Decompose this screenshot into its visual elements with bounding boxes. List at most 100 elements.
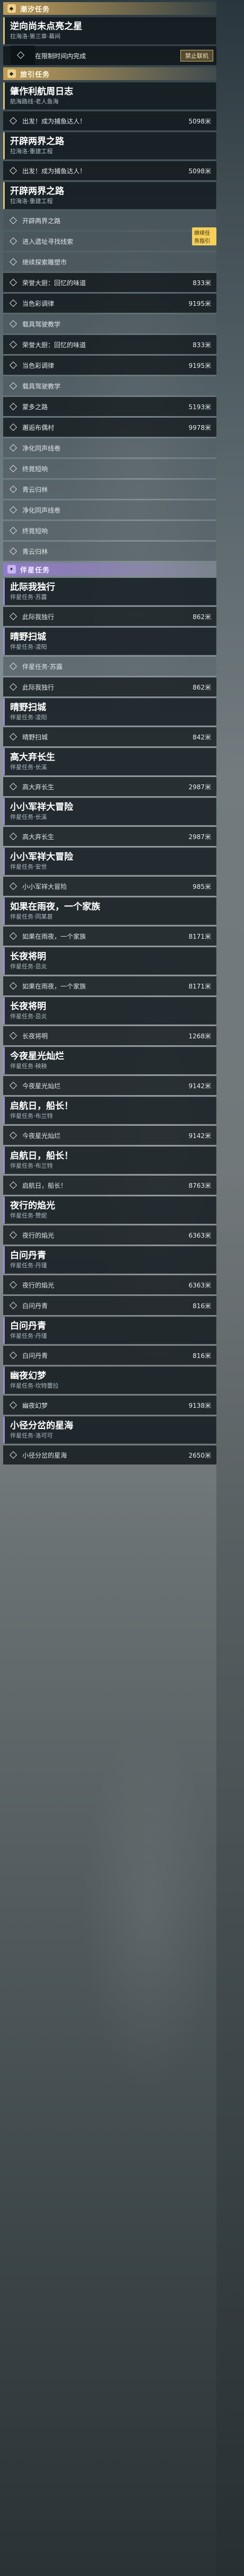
objective-diamond-icon <box>9 1451 18 1459</box>
quest-subtitle: 伴星任务·丹瑾 <box>10 1333 47 1339</box>
objective-diamond-icon <box>9 506 18 514</box>
objective-diamond-icon <box>9 237 18 245</box>
objective-row[interactable]: 此际我独行 862米 <box>3 607 216 626</box>
tracking-tag[interactable]: 继续任务指引 <box>192 227 216 245</box>
objective-row[interactable]: 如果在雨夜，一个家族 8171米 <box>3 976 216 995</box>
quest-card[interactable]: 晴野扫城 伴星任务·凌阳 <box>3 628 216 655</box>
quest-card[interactable]: 晴野扫城 伴星任务·凌阳 <box>3 698 216 726</box>
quest-card[interactable]: 启航日，船长！ 伴星任务·布兰特 <box>3 1146 216 1174</box>
objective-row[interactable]: 继续探索雕塑市 <box>3 252 216 271</box>
objective-row[interactable]: 邂逅布偶村 9978米 <box>3 418 216 437</box>
quest-card[interactable]: 此际我独行 伴星任务·苏露 <box>3 578 216 605</box>
section-companion-header: ✦ 伴星任务 <box>3 563 216 576</box>
objective-row[interactable]: 今夜星光灿烂 9142米 <box>3 1076 216 1095</box>
objective-row[interactable]: 净化同声线卷 <box>3 438 216 457</box>
objective-row[interactable]: 进入遗址寻找线索 继续任务指引 <box>3 227 216 251</box>
objective-row[interactable]: 终竟短响 <box>3 459 216 478</box>
objective-row[interactable]: 今夜星光灿烂 9142米 <box>3 1126 216 1145</box>
objective-row[interactable]: 青云归林 <box>3 480 216 499</box>
objective-row[interactable]: 蒙多之路 5193米 <box>3 397 216 416</box>
objective-diamond-icon <box>9 278 18 287</box>
disable-coop-button[interactable]: 禁止联机 <box>180 50 213 61</box>
objective-diamond-icon <box>9 1351 18 1360</box>
quest-subtitle: 伴星任务·布兰特 <box>10 1113 53 1119</box>
quest-subtitle: 伴星任务·凌阳 <box>10 714 47 721</box>
objective-row[interactable]: 青云归林 <box>3 542 216 561</box>
objective-row[interactable]: 伴星任务·苏露 <box>3 657 216 676</box>
objective-row[interactable]: 出发！成为捕鱼达人！ 5098米 <box>3 161 216 180</box>
objective-distance: 8763米 <box>188 1181 211 1189</box>
quest-title: 小小军祥大冒险 <box>10 852 73 862</box>
objective-row[interactable]: 当色彩调律 9195米 <box>3 356 216 375</box>
objective-label: 小小军祥大冒险 <box>22 883 67 890</box>
objective-row[interactable]: 荣誉大厨：回忆的味道 833米 <box>3 335 216 354</box>
quest-card[interactable]: 夜行的焰光 伴星任务·赞妮 <box>3 1196 216 1224</box>
quest-card[interactable]: 长夜将明 伴星任务·忌炎 <box>3 997 216 1025</box>
objective-row[interactable]: 开辟两界之路 <box>3 211 216 230</box>
quest-title: 如果在雨夜，一个家族 <box>10 902 100 912</box>
quest-card[interactable]: 如果在雨夜，一个家族 伴星任务·同某甚 <box>3 897 216 925</box>
tide-quest-card[interactable]: 逆向尚未点亮之星 拉海洛·第三章·幕间 <box>3 17 216 45</box>
quest-subtitle: 伴星任务·丹瑾 <box>10 1262 47 1269</box>
objective-distance: 816米 <box>193 1352 211 1360</box>
quest-subtitle: 拉海洛·重建工程 <box>10 198 53 205</box>
objective-label: 白问丹青 <box>22 1352 48 1360</box>
right-scroll-rail[interactable] <box>216 0 244 2576</box>
objective-label: 此际我独行 <box>22 613 55 621</box>
objective-row[interactable]: 如果在雨夜，一个家族 8171米 <box>3 927 216 946</box>
objective-row[interactable]: 高大弃长生 2987米 <box>3 827 216 846</box>
quest-card[interactable]: 小小军祥大冒险 伴星任务·安世 <box>3 848 216 875</box>
quest-card[interactable]: 今夜星光灿烂 伴星任务·秧秧 <box>3 1047 216 1074</box>
objective-label: 净化同声线卷 <box>22 506 61 514</box>
objective-row[interactable]: 终竟短响 <box>3 521 216 540</box>
objective-distance: 9138米 <box>188 1401 211 1409</box>
objective-diamond-icon <box>9 117 18 125</box>
quest-card[interactable]: 小小军祥大冒险 伴星任务·长溪 <box>3 798 216 825</box>
quest-card[interactable]: 开辟两界之路 拉海洛·重建工程 <box>3 132 216 160</box>
objective-row[interactable]: 晴野扫城 842米 <box>3 727 216 746</box>
objective-diamond-icon <box>9 547 18 555</box>
objective-diamond-icon <box>9 464 18 473</box>
objective-row[interactable]: 此际我独行 862米 <box>3 677 216 696</box>
tide-quest-subtitle: 拉海洛·第三章·幕间 <box>10 33 60 40</box>
quest-card[interactable]: 小径分岔的星海 伴星任务·洛可可 <box>3 1416 216 1444</box>
objective-row[interactable]: 出发！成为捕鱼达人！ 5098米 <box>3 111 216 130</box>
quest-card[interactable]: 幽夜幻梦 伴星任务·坎特蕾拉 <box>3 1366 216 1394</box>
travel-quest-group: 肇作利航周日志 航海路线·老人鱼海 出发！成为捕鱼达人！ 5098米 开辟两界之路 拉海洛… <box>3 82 216 561</box>
objective-label: 荣誉大厨：回忆的味道 <box>22 279 86 287</box>
objective-label: 出发！成为捕鱼达人！ <box>22 167 86 175</box>
objective-row[interactable]: 夜行的焰光 6363米 <box>3 1275 216 1294</box>
objective-row[interactable]: 载具驾驶教学 <box>3 376 216 395</box>
quest-card[interactable]: 高大弃长生 伴星任务·长溪 <box>3 748 216 775</box>
objective-diamond-icon <box>9 1181 18 1189</box>
objective-row[interactable]: 小小军祥大冒险 985米 <box>3 877 216 896</box>
objective-label: 继续探索雕塑市 <box>22 258 67 266</box>
objective-row[interactable]: 白问丹青 816米 <box>3 1346 216 1365</box>
objective-diamond-icon <box>9 1031 18 1040</box>
objective-row[interactable]: 启航日，船长！ 8763米 <box>3 1176 216 1195</box>
quest-card[interactable]: 白问丹青 伴星任务·丹瑾 <box>3 1317 216 1344</box>
quest-card[interactable]: 开辟两界之路 拉海洛·重建工程 <box>3 182 216 209</box>
objective-row[interactable]: 荣誉大厨：回忆的味道 833米 <box>3 273 216 292</box>
quest-title: 长夜将明 <box>10 1001 46 1012</box>
quest-card[interactable]: 肇作利航周日志 航海路线·老人鱼海 <box>3 82 216 110</box>
objective-row[interactable]: 长夜将明 1268米 <box>3 1026 216 1045</box>
quest-card[interactable]: 白问丹青 伴星任务·丹瑾 <box>3 1246 216 1274</box>
objective-distance: 816米 <box>193 1302 211 1310</box>
objective-row[interactable]: 幽夜幻梦 9138米 <box>3 1396 216 1415</box>
objective-row[interactable]: 净化同声线卷 <box>3 500 216 519</box>
objective-row[interactable]: 小径分岔的星海 2650米 <box>3 1445 216 1465</box>
quest-card[interactable]: 启航日，船长！ 伴星任务·布兰特 <box>3 1097 216 1124</box>
tide-quest-objective-row[interactable]: 在限制时间内完成 禁止联机 <box>3 45 216 65</box>
objective-row[interactable]: 高大弃长生 2987米 <box>3 777 216 796</box>
objective-row[interactable]: 白问丹青 816米 <box>3 1296 216 1315</box>
quest-subtitle: 拉海洛·重建工程 <box>10 148 53 155</box>
objective-row[interactable]: 当色彩调律 9195米 <box>3 294 216 313</box>
quest-card[interactable]: 长夜将明 伴星任务·忌炎 <box>3 947 216 975</box>
objective-row[interactable]: 载具驾驶教学 <box>3 314 216 333</box>
objective-row[interactable]: 夜行的焰光 6363米 <box>3 1225 216 1245</box>
objective-label: 伴星任务·苏露 <box>22 663 63 671</box>
section-travel-header: ◆ 旅引任务 <box>3 67 216 80</box>
quest-title: 幽夜幻梦 <box>10 1371 46 1381</box>
objective-distance: 2650米 <box>188 1451 211 1459</box>
